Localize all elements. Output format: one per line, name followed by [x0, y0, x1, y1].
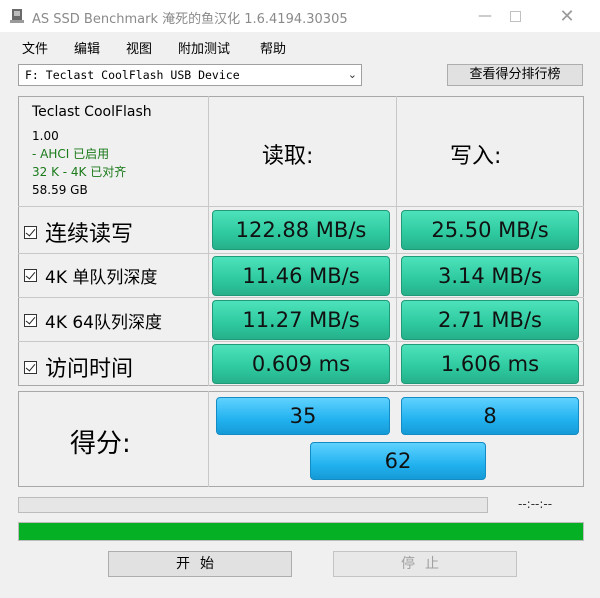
- access-read-value: 0.609 ms: [212, 344, 390, 384]
- seq-write-value: 25.50 MB/s: [401, 210, 579, 250]
- row-seq-text: 连续读写: [45, 222, 134, 247]
- maximize-button[interactable]: [492, 0, 538, 32]
- minimize-icon: —: [478, 8, 492, 24]
- score-total: 62: [310, 442, 486, 480]
- seq-read-value: 122.88 MB/s: [212, 210, 390, 250]
- row-4k64-text: 4K 64队列深度: [45, 313, 162, 333]
- seq-checkbox[interactable]: [24, 225, 37, 239]
- divider: [396, 96, 397, 386]
- menu-help[interactable]: 帮助: [260, 38, 286, 57]
- test-progress-bar: [18, 497, 488, 513]
- 4k64-checkbox[interactable]: [24, 314, 37, 327]
- row-4k-label: 4K 单队列深度: [24, 263, 157, 288]
- elapsed-timer: --:--:--: [518, 497, 553, 511]
- total-progress-bar: [18, 522, 584, 541]
- window-title: AS SSD Benchmark 淹死的鱼汉化 1.6.4194.30305: [32, 12, 348, 27]
- row-access-label: 访问时间: [24, 351, 133, 383]
- 4k-write-value: 3.14 MB/s: [401, 256, 579, 296]
- divider: [18, 206, 584, 207]
- title-bar: AS SSD Benchmark 淹死的鱼汉化 1.6.4194.30305 —…: [0, 0, 600, 32]
- drive-select[interactable]: F: Teclast CoolFlash USB Device ⌄: [18, 64, 362, 86]
- maximize-icon: [509, 10, 521, 22]
- divider: [208, 391, 209, 487]
- close-button[interactable]: ✕: [544, 0, 590, 32]
- total-progress-fill: [19, 523, 583, 540]
- divider: [208, 96, 209, 386]
- score-read: 35: [216, 397, 390, 435]
- start-button[interactable]: 开始: [108, 551, 292, 577]
- menu-bar: 文件 编辑 视图 附加测试 帮助: [0, 33, 600, 59]
- chevron-down-icon: ⌄: [347, 68, 357, 81]
- app-icon: [10, 9, 24, 23]
- alignment-status: 32 K - 4K 已对齐: [32, 165, 127, 179]
- menu-view[interactable]: 视图: [126, 38, 152, 57]
- menu-edit[interactable]: 编辑: [74, 38, 100, 57]
- menu-file[interactable]: 文件: [22, 38, 48, 57]
- divider: [18, 341, 584, 342]
- firmware-version: 1.00: [32, 129, 59, 143]
- drive-info: Teclast CoolFlash 1.00 - AHCI 已启用 32 K -…: [32, 103, 152, 199]
- stop-button[interactable]: 停止: [333, 551, 517, 577]
- 4k64-read-value: 11.27 MB/s: [212, 300, 390, 340]
- rank-button[interactable]: 查看得分排行榜: [447, 64, 583, 86]
- row-seq-label: 连续读写: [24, 216, 133, 248]
- read-header: 读取:: [262, 144, 314, 169]
- drive-size: 58.59 GB: [32, 183, 88, 197]
- row-4k64-label: 4K 64队列深度: [24, 308, 162, 333]
- score-label: 得分:: [70, 429, 131, 459]
- access-write-value: 1.606 ms: [401, 344, 579, 384]
- 4k-checkbox[interactable]: [24, 269, 37, 282]
- menu-extra-tests[interactable]: 附加测试: [178, 38, 230, 57]
- drive-name: Teclast CoolFlash: [32, 104, 152, 120]
- score-write: 8: [401, 397, 579, 435]
- close-icon: ✕: [559, 5, 575, 27]
- write-header: 写入:: [450, 144, 502, 169]
- row-access-text: 访问时间: [45, 357, 134, 382]
- access-checkbox[interactable]: [24, 360, 37, 374]
- 4k64-write-value: 2.71 MB/s: [401, 300, 579, 340]
- row-4k-text: 4K 单队列深度: [45, 268, 158, 288]
- divider: [18, 297, 584, 298]
- divider: [18, 253, 584, 254]
- 4k-read-value: 11.46 MB/s: [212, 256, 390, 296]
- drive-select-value: F: Teclast CoolFlash USB Device: [25, 68, 240, 82]
- ahci-status: - AHCI 已启用: [32, 147, 110, 161]
